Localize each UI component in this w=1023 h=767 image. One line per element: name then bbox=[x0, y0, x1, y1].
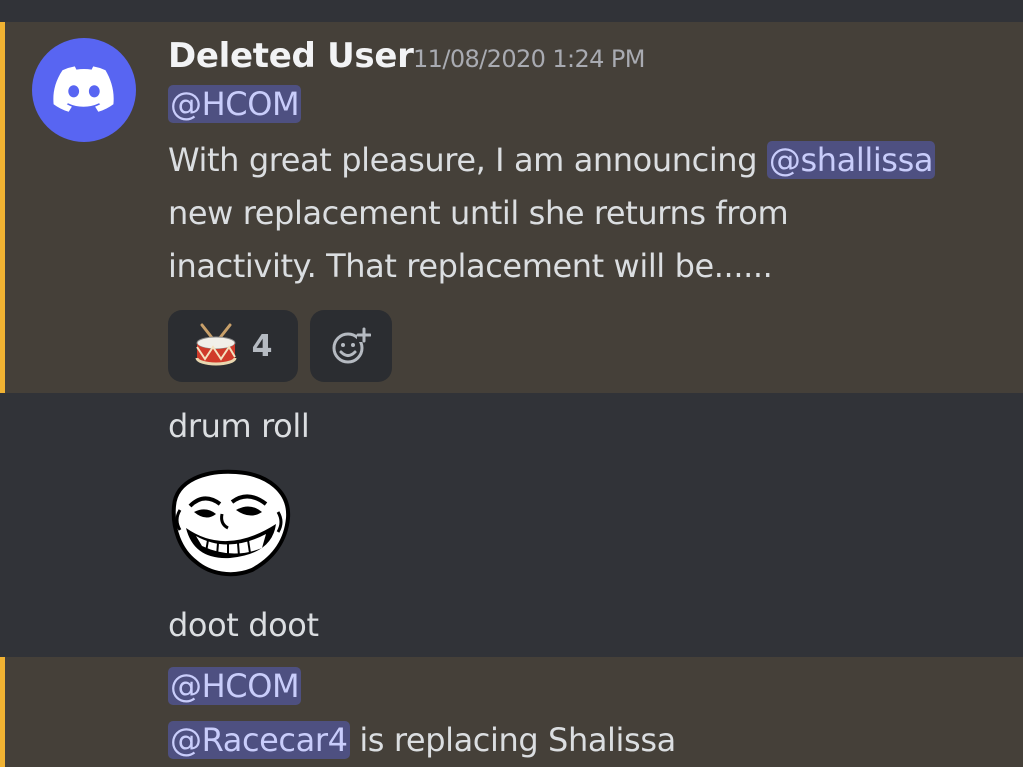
author-name[interactable]: Deleted User bbox=[168, 36, 414, 76]
user-mention[interactable]: @Racecar4 bbox=[168, 721, 350, 759]
message-text: With great pleasure, I am announcing bbox=[168, 141, 767, 179]
message-doot-doot: doot doot bbox=[168, 606, 319, 644]
avatar[interactable] bbox=[32, 38, 136, 142]
message-drum-roll: drum roll bbox=[168, 407, 310, 445]
role-mention[interactable]: @HCOM bbox=[168, 667, 302, 705]
message-line-2: new replacement until she returns from bbox=[168, 194, 789, 232]
add-reaction-icon bbox=[332, 327, 371, 364]
discord-logo-icon bbox=[53, 66, 114, 112]
role-mention[interactable]: @HCOM bbox=[168, 85, 302, 123]
drum-icon bbox=[195, 323, 237, 366]
add-reaction-button[interactable] bbox=[310, 310, 392, 382]
message-line-1: With great pleasure, I am announcing @sh… bbox=[168, 138, 936, 182]
message-timestamp: 11/08/2020 1:24 PM bbox=[413, 45, 645, 73]
reaction-drum[interactable]: 4 bbox=[168, 310, 298, 382]
reaction-count: 4 bbox=[251, 328, 273, 364]
message-line-mention-2: @HCOM bbox=[168, 664, 302, 708]
user-mention[interactable]: @shallissa bbox=[766, 141, 936, 179]
message-line-replacing: @Racecar4 is replacing Shalissa bbox=[168, 718, 676, 762]
message-line-3: inactivity. That replacement will be....… bbox=[168, 247, 773, 285]
trollface-icon bbox=[171, 469, 291, 577]
message-line-mention: @HCOM bbox=[168, 82, 302, 126]
message-text: is replacing Shalissa bbox=[349, 721, 676, 759]
